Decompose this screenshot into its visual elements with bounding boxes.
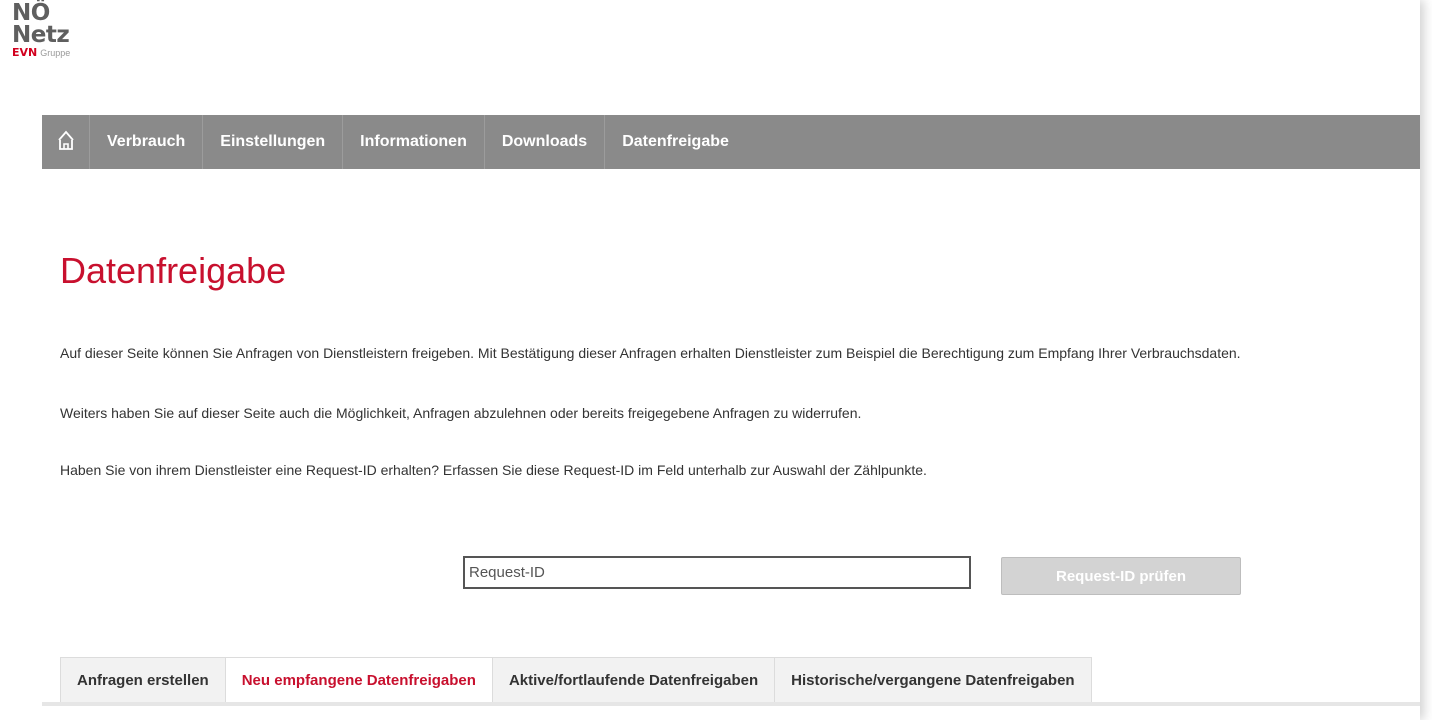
nav-item-downloads[interactable]: Downloads — [485, 115, 606, 169]
tab-anfragen-erstellen[interactable]: Anfragen erstellen — [60, 657, 226, 702]
nav-item-einstellungen[interactable]: Einstellungen — [203, 115, 344, 169]
logo-brand: EVN Gruppe — [12, 47, 70, 59]
logo[interactable]: NÖ Netz EVN Gruppe — [12, 2, 70, 59]
tab-divider — [42, 702, 1420, 706]
nav-item-datenfreigabe[interactable]: Datenfreigabe — [605, 115, 746, 169]
nav-home-button[interactable] — [42, 115, 90, 169]
nav-item-verbrauch[interactable]: Verbrauch — [90, 115, 204, 169]
home-icon — [57, 129, 75, 156]
check-request-id-button[interactable]: Request-ID prüfen — [1001, 557, 1241, 595]
logo-line-2: Netz — [12, 22, 70, 48]
nav-item-informationen[interactable]: Informationen — [343, 115, 485, 169]
tab-neu-empfangene-datenfreigaben[interactable]: Neu empfangene Datenfreigaben — [224, 657, 493, 702]
tab-historische-datenfreigaben[interactable]: Historische/vergangene Datenfreigaben — [774, 657, 1092, 702]
logo-brand-evn: EVN — [12, 46, 38, 59]
revoke-paragraph: Weiters haben Sie auf dieser Seite auch … — [60, 405, 862, 421]
request-id-input[interactable] — [463, 556, 971, 589]
page-title: Datenfreigabe — [60, 250, 287, 291]
intro-paragraph: Auf dieser Seite können Sie Anfragen von… — [60, 345, 1241, 361]
logo-brand-group: Gruppe — [40, 48, 71, 58]
tab-bar: Anfragen erstellen Neu empfangene Datenf… — [60, 657, 1092, 702]
request-id-paragraph: Haben Sie von ihrem Dienstleister eine R… — [60, 462, 927, 478]
logo-line-1: NÖ — [12, 0, 50, 26]
page: NÖ Netz EVN Gruppe Verbrauch Einstellung… — [0, 0, 1420, 720]
main-navigation: Verbrauch Einstellungen Informationen Do… — [42, 115, 1420, 169]
tab-aktive-datenfreigaben[interactable]: Aktive/fortlaufende Datenfreigaben — [491, 657, 776, 702]
